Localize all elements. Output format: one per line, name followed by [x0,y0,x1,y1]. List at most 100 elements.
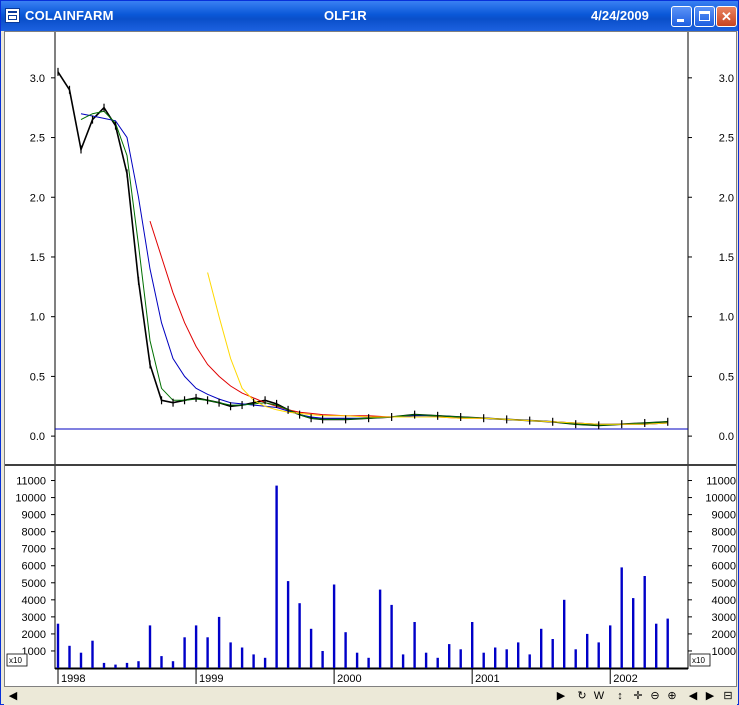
volume-tick-label-right: 9000 [712,510,736,522]
volume-tick-label-left: 10000 [15,493,46,505]
volume-bar [263,657,267,668]
price-tick-label-left: 1.0 [30,312,45,324]
price-tick-label-right: 2.5 [719,133,734,145]
volume-bar [401,654,405,668]
x-axis-label: 2002 [613,673,637,685]
price-tick-label-left: 2.0 [30,192,45,204]
volume-tick-label-right: 11000 [706,476,736,488]
volume-bar [632,598,635,668]
volume-bar [448,644,451,668]
volume-bar [183,637,186,668]
volume-bar [275,485,278,668]
volume-bar [240,647,244,668]
volume-bar [194,625,198,668]
volume-bar [68,645,71,668]
volume-y-axis-ticks: 1000 10002000 20003000 30004000 40005000 5000… [15,476,736,658]
x-axis-label: 2001 [475,673,499,685]
volume-bar [563,599,566,668]
chart-toolbar: ◀ ▶ ↻ W ↕ ✛ ⊖ ⊕ ◀ ▶ ⊟ [4,687,737,705]
price-tick-label-right: 0.0 [719,431,734,443]
volume-tick-label-right: 1000 [712,646,736,658]
volume-bar [206,637,209,668]
title-bar[interactable]: COLAINFARM OLF1R 4/24/2009 ✕ [1,1,738,31]
volume-bar [91,640,94,668]
volume-bar [137,661,140,668]
volume-tick-label-left: 6000 [22,561,46,573]
price-tick-label-right: 3.0 [719,73,734,85]
volume-bar [517,642,520,668]
ticker-symbol: OLF1R [324,8,367,23]
multiplier-label-left: x10 [9,656,22,665]
close-button[interactable]: ✕ [716,6,737,27]
volume-bar [160,656,163,668]
chart-canvas[interactable]: 0.0 0.0 0.5 0.5 1.0 1.0 1.5 1.5 2.0 2.0 2.5 2.5 3.0 3… [5,32,736,686]
panel-icon[interactable]: ⊟ [722,689,734,703]
volume-bar [540,628,543,668]
volume-tick-label-left: 5000 [22,578,46,590]
volume-tick-label-right: 8000 [712,527,736,539]
volume-tick-label-left: 7000 [22,544,46,556]
zoom-out-icon[interactable]: ⊖ [649,689,661,703]
next-icon[interactable]: ▶ [705,689,715,703]
security-name: COLAINFARM [25,8,114,23]
scroll-left-icon[interactable]: ◀ [8,689,18,703]
price-tick-label-right: 0.5 [719,371,734,383]
volume-bar [125,662,129,668]
volume-bar [574,649,577,668]
chart-area[interactable]: 0.0 0.0 0.5 0.5 1.0 1.0 1.5 1.5 2.0 2.0 2.5 2.5 3.0 3… [4,31,737,687]
volume-bar [505,649,508,668]
volume-bar [252,654,255,668]
minimize-button[interactable] [671,6,692,27]
volume-bar [494,647,497,668]
volume-bar [482,652,485,668]
maximize-button[interactable] [694,6,715,27]
volume-tick-label-right: 5000 [712,578,736,590]
volume-bar [56,623,60,668]
volume-bar [344,632,347,668]
volume-bar [309,628,313,668]
refresh-icon[interactable]: ↻ [576,689,588,703]
volume-bar [217,616,221,668]
price-tick-label-right: 2.0 [719,192,734,204]
x-axis-label: 2000 [337,673,361,685]
volume-tick-label-right: 3000 [712,612,736,624]
volume-tick-label-right: 7000 [712,544,736,556]
volume-bar [298,603,301,668]
price-panel[interactable] [55,32,688,464]
volume-tick-label-left: 8000 [22,527,46,539]
volume-tick-label-right: 4000 [712,595,736,607]
prev-icon[interactable]: ◀ [688,689,698,703]
move-icon[interactable]: ✛ [632,689,644,703]
price-tick-label-left: 0.0 [30,431,45,443]
volume-tick-label-right: 6000 [712,561,736,573]
price-tick-label-left: 1.5 [30,252,45,264]
volume-bar [102,662,106,668]
volume-bar [114,664,117,668]
volume-bar [620,567,623,668]
volume-bars-layer [56,485,669,668]
volume-bar [367,657,370,668]
volume-bar [586,633,589,668]
scroll-right-icon[interactable]: ▶ [556,689,566,703]
volume-bar [643,576,646,668]
volume-bar [390,604,393,668]
volume-tick-label-left: 3000 [22,612,46,624]
volume-bar [655,623,658,668]
volume-tick-label-left: 2000 [22,629,46,641]
system-menu-icon[interactable] [5,8,20,23]
price-tick-label-right: 1.5 [719,252,734,264]
price-tick-label-left: 0.5 [30,371,45,383]
volume-bar [471,622,474,668]
volume-bar [597,642,600,668]
pan-vertical-icon[interactable]: ↕ [614,689,626,703]
volume-bar [321,651,324,668]
minimize-icon [677,19,684,22]
volume-bar [424,652,428,668]
volume-tick-label-right: 2000 [712,629,736,641]
volume-bar [171,661,175,668]
volume-bar [378,589,382,668]
volume-bar [286,581,290,668]
volume-bar [459,649,462,668]
week-button[interactable]: W [592,689,606,703]
zoom-in-icon[interactable]: ⊕ [666,689,678,703]
